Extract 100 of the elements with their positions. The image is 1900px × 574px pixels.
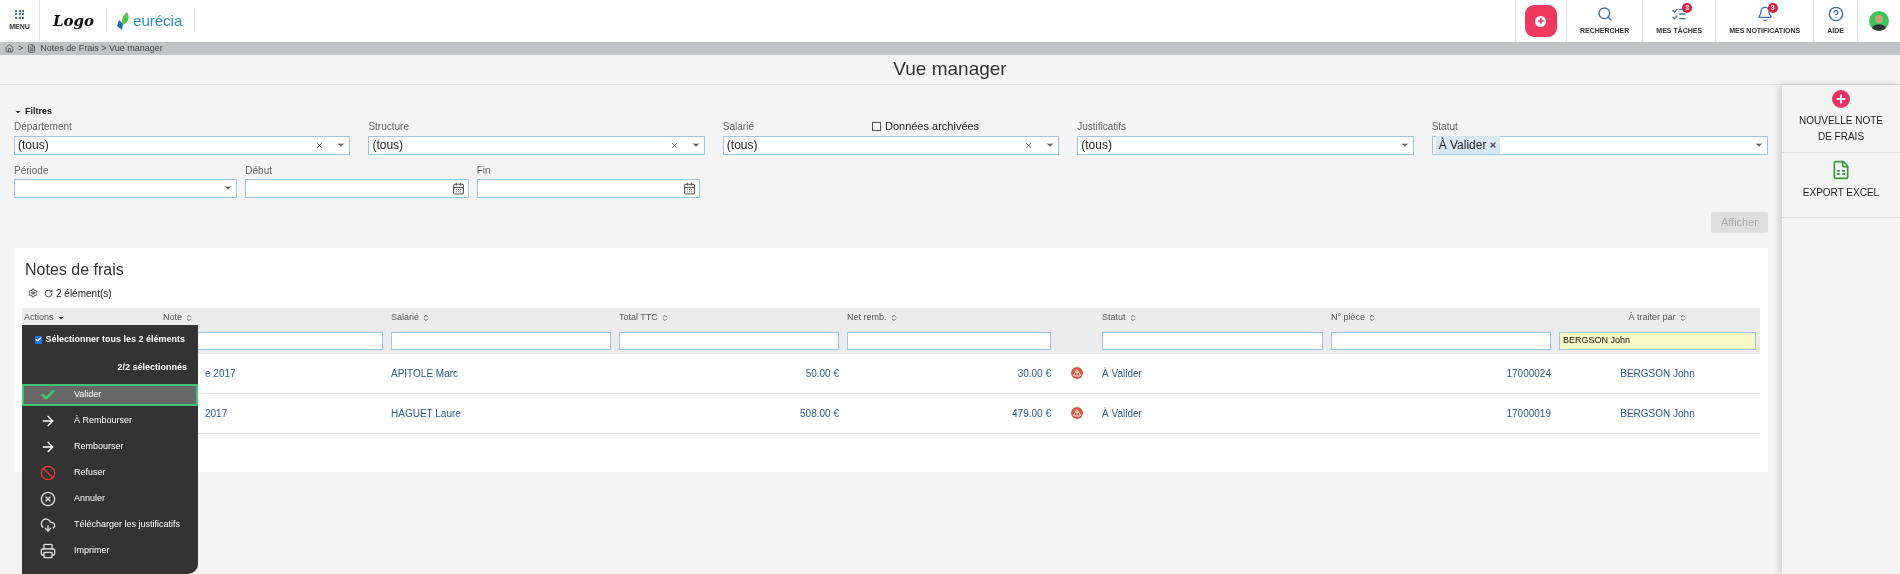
checkbox-label: Sélectionner tous les 2 éléments xyxy=(45,333,185,346)
plus-icon xyxy=(1535,15,1547,27)
column-filter-field[interactable] xyxy=(1331,331,1551,350)
column-header[interactable]: Actions xyxy=(24,311,157,324)
spreadsheet-icon xyxy=(1831,160,1851,180)
printer-icon xyxy=(40,543,56,559)
selection-count: 2/2 sélectionnés xyxy=(117,360,188,374)
column-header[interactable]: Salarié xyxy=(391,311,611,324)
table-cell-text: 479.00 € xyxy=(1011,406,1052,421)
checkbox-label: Données archivées xyxy=(884,119,980,135)
breadcrumb-separator: > xyxy=(18,41,24,55)
menu-item[interactable]: Rembourser xyxy=(22,436,198,458)
column-header[interactable]: À traiter par xyxy=(1628,311,1687,324)
clear-icon[interactable] xyxy=(315,140,325,150)
add-button[interactable] xyxy=(1524,5,1557,37)
refresh-icon[interactable] xyxy=(44,288,53,298)
calendar-icon[interactable] xyxy=(451,181,465,195)
search-icon xyxy=(1596,5,1613,22)
checkbox[interactable] xyxy=(35,335,43,344)
field-label: Salarié xyxy=(722,120,754,134)
cancel-icon xyxy=(40,491,56,507)
select-field[interactable]: (tous) xyxy=(14,135,351,155)
home-icon[interactable] xyxy=(5,44,14,53)
column-filter-field[interactable] xyxy=(391,331,611,350)
menu-item[interactable]: Refuser xyxy=(22,462,198,484)
dropdown-caret-icon[interactable] xyxy=(1399,140,1410,150)
sort-icon xyxy=(660,313,669,322)
menu-item[interactable]: Annuler xyxy=(22,488,198,510)
select-field[interactable]: (tous) xyxy=(368,135,705,155)
column-filter-field[interactable] xyxy=(847,331,1051,350)
column-header[interactable]: Total TTC xyxy=(619,311,839,324)
menu-item[interactable]: Valider xyxy=(22,384,198,406)
dropdown-caret-icon[interactable] xyxy=(1754,140,1765,150)
table-cell-text: HAGUET Laure xyxy=(390,406,462,421)
table-cell-text: 30.00 € xyxy=(1016,366,1052,381)
leaf-logo-icon xyxy=(117,12,131,30)
menu-item[interactable]: À Rembourser xyxy=(22,410,198,432)
logo: Logo xyxy=(53,10,95,32)
sort-icon xyxy=(889,313,898,322)
clear-icon[interactable] xyxy=(1024,140,1034,150)
column-header[interactable]: Statut xyxy=(1102,311,1323,324)
field-label: Structure xyxy=(368,120,409,134)
column-filter-field[interactable] xyxy=(619,331,839,350)
brand-name: eurécia xyxy=(133,10,183,31)
menu-item[interactable]: Télécharger les justificatifs xyxy=(22,514,198,536)
field-label: Période xyxy=(14,163,50,177)
column-filter-field[interactable]: BERGSON John xyxy=(1559,331,1756,350)
calendar-icon[interactable] xyxy=(683,181,696,195)
item-count: 2 élément(s) xyxy=(56,286,112,301)
filters-toggle[interactable]: Filtres xyxy=(14,105,52,119)
sort-icon xyxy=(1128,313,1137,322)
forbidden-icon xyxy=(40,465,56,481)
side-action-button[interactable]: NOUVELLE NOTE DE FRAIS xyxy=(1782,85,1900,153)
select-field[interactable]: (tous) xyxy=(1077,135,1414,155)
select-field[interactable] xyxy=(14,178,238,198)
column-header[interactable]: N° pièce xyxy=(1331,311,1551,324)
column-header[interactable]: Net remb. xyxy=(847,311,1051,324)
side-action-button[interactable]: EXPORT EXCEL xyxy=(1782,153,1900,218)
select-field[interactable]: (tous) xyxy=(722,135,1060,155)
settings-icon[interactable] xyxy=(28,288,38,298)
plus-icon xyxy=(1832,90,1850,108)
field-value: (tous) xyxy=(1081,137,1112,154)
clear-icon[interactable] xyxy=(669,140,679,150)
page-title: Vue manager xyxy=(893,57,1007,82)
dropdown-caret-icon[interactable] xyxy=(690,140,701,150)
dropdown-caret-icon[interactable] xyxy=(223,183,234,193)
table-cell-text: À Valider xyxy=(1101,406,1143,421)
field-value: (tous) xyxy=(372,137,404,154)
selected-tag: À Valider xyxy=(1435,136,1501,154)
table-cell-text: 17000019 xyxy=(1505,406,1552,421)
field-label: Département xyxy=(14,120,72,134)
checkbox[interactable] xyxy=(871,122,881,131)
dropdown-caret-icon[interactable] xyxy=(1045,140,1056,150)
help-icon xyxy=(1827,5,1844,22)
table-cell-text: BERGSON John xyxy=(1619,366,1696,381)
table-cell-text: BERGSON John xyxy=(1619,406,1696,421)
sort-icon xyxy=(1368,313,1377,322)
check-icon xyxy=(40,387,56,403)
menu-item[interactable]: Imprimer xyxy=(22,540,198,562)
table-cell-text: 50.00 € xyxy=(804,366,840,381)
table-title: Notes de frais xyxy=(24,259,125,280)
dropdown-caret-icon[interactable] xyxy=(336,140,347,150)
select-field[interactable]: À Valider xyxy=(1431,135,1769,155)
field-label: Statut xyxy=(1431,120,1458,134)
table-cell-text: À Valider xyxy=(1101,366,1143,381)
column-filter-field[interactable] xyxy=(1102,331,1323,350)
cloud-download-icon xyxy=(40,517,56,533)
date-field[interactable] xyxy=(245,178,469,198)
date-field[interactable] xyxy=(476,178,700,198)
field-value: (tous) xyxy=(726,137,758,154)
sort-icon xyxy=(185,313,193,322)
table-cell-text: APITOLE Marc xyxy=(390,366,460,381)
field-value: (tous) xyxy=(18,137,49,154)
column-header[interactable]: Note xyxy=(163,311,383,324)
table-cell-text: 508.00 € xyxy=(799,406,840,421)
sort-icon xyxy=(1678,313,1687,322)
avatar[interactable] xyxy=(1869,11,1889,31)
remove-icon[interactable] xyxy=(1489,141,1498,149)
field-label: Fin xyxy=(476,163,492,177)
field-label: Justificatifs xyxy=(1077,120,1127,134)
